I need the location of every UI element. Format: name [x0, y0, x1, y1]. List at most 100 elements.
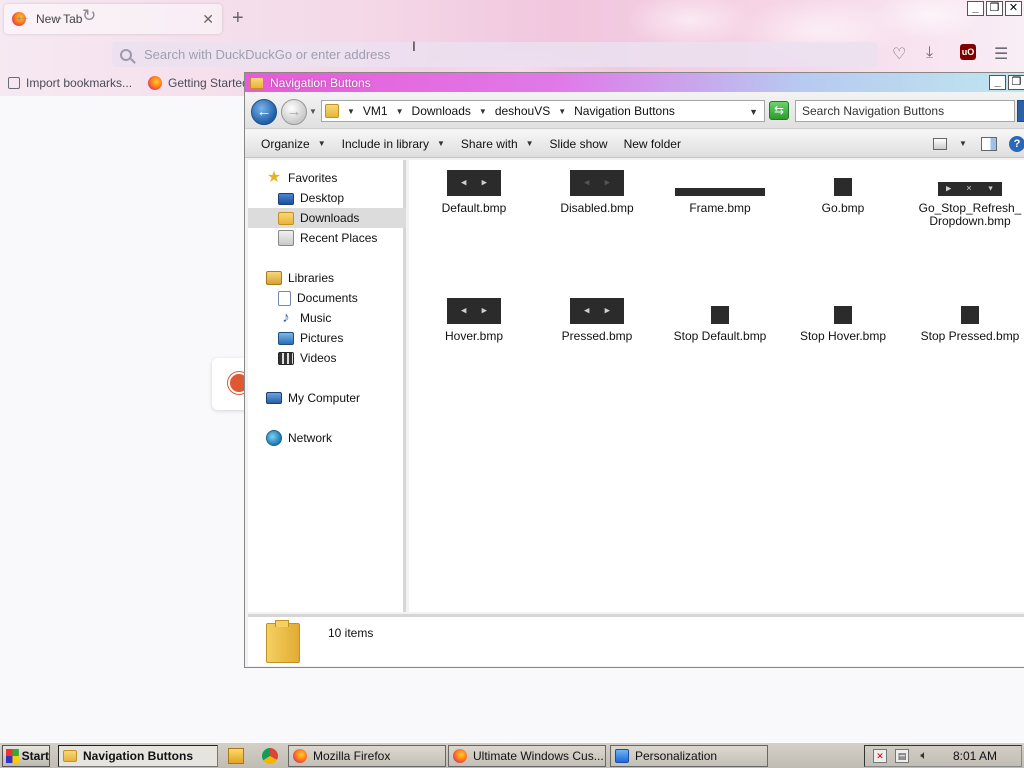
- new-tab-plus-icon[interactable]: +: [232, 7, 244, 30]
- bookmark-label: Import bookmarks...: [26, 76, 133, 90]
- chevron-down-icon[interactable]: ▼: [959, 139, 967, 148]
- back-arrow-icon[interactable]: ←: [14, 6, 31, 26]
- file-item[interactable]: Stop Hover.bmp: [788, 298, 898, 343]
- bmp-thumbnail: ◀ ▶: [447, 170, 501, 196]
- chevron-down-icon[interactable]: ▼: [479, 107, 487, 116]
- bookmark-getting-started[interactable]: Getting Started: [148, 76, 249, 90]
- security-alert-icon[interactable]: ✕: [873, 749, 887, 763]
- search-button[interactable]: [1017, 100, 1024, 122]
- nav-pictures[interactable]: Pictures: [278, 328, 343, 348]
- reload-icon[interactable]: ↻: [82, 6, 96, 26]
- back-button[interactable]: ←: [251, 99, 277, 125]
- bookmark-import[interactable]: Import bookmarks...: [8, 76, 132, 90]
- nav-music[interactable]: ♪ Music: [278, 308, 331, 328]
- close-button[interactable]: ✕: [1005, 1, 1022, 16]
- media-player-icon[interactable]: [228, 748, 244, 764]
- forward-arrow-icon[interactable]: →: [48, 6, 65, 26]
- menu-icon[interactable]: ☰: [994, 44, 1008, 64]
- nav-documents[interactable]: Documents: [278, 288, 358, 308]
- clock[interactable]: 8:01 AM: [953, 749, 997, 763]
- nav-favorites[interactable]: ★ Favorites: [266, 168, 338, 188]
- start-label: Start: [21, 749, 49, 763]
- nav-videos[interactable]: Videos: [278, 348, 336, 368]
- chevron-down-icon[interactable]: ▼: [396, 107, 404, 116]
- chevron-down-icon: ▼: [317, 139, 326, 148]
- nav-network[interactable]: Network: [266, 428, 332, 448]
- maximize-button[interactable]: ❐: [1008, 75, 1024, 90]
- chrome-icon[interactable]: [262, 748, 278, 764]
- file-item[interactable]: Stop Default.bmp: [665, 298, 775, 343]
- task-label: Ultimate Windows Cus...: [473, 749, 604, 763]
- folder-icon: [266, 620, 300, 663]
- explorer-title-bar[interactable]: Navigation Buttons _ ❐: [245, 73, 1024, 92]
- task-ultimate-windows[interactable]: Ultimate Windows Cus...: [448, 745, 606, 767]
- history-dropdown-icon[interactable]: ▼: [309, 107, 317, 116]
- music-icon: ♪: [282, 309, 290, 326]
- file-item[interactable]: Frame.bmp: [665, 170, 775, 215]
- help-icon[interactable]: ?: [1009, 136, 1024, 152]
- task-label: Personalization: [635, 749, 718, 763]
- navigation-pane: ★ Favorites Desktop Downloads Recent Plac…: [248, 160, 406, 612]
- task-navigation-buttons[interactable]: Navigation Buttons: [58, 745, 218, 767]
- minimize-button[interactable]: _: [989, 75, 1006, 90]
- file-item[interactable]: ◀ ▶ Pressed.bmp: [542, 298, 652, 343]
- volume-icon[interactable]: 🔈︎: [917, 749, 931, 763]
- start-button[interactable]: Start: [2, 745, 50, 767]
- folder-icon: [325, 104, 339, 118]
- chevron-down-icon[interactable]: ▼: [558, 107, 566, 116]
- breadcrumb-item[interactable]: deshouVS: [495, 104, 550, 118]
- star-icon: ★: [266, 169, 282, 186]
- details-pane: 10 items: [248, 614, 1024, 666]
- address-dropdown-icon[interactable]: ▼: [749, 107, 758, 117]
- nav-desktop[interactable]: Desktop: [278, 188, 344, 208]
- network-tray-icon[interactable]: ▤: [895, 749, 909, 763]
- nav-my-computer[interactable]: My Computer: [266, 388, 360, 408]
- minimize-button[interactable]: _: [967, 1, 984, 16]
- task-personalization[interactable]: Personalization: [610, 745, 768, 767]
- pocket-icon[interactable]: ♡: [892, 44, 906, 64]
- task-label: Navigation Buttons: [83, 749, 193, 763]
- firefox-tab-new-tab[interactable]: New Tab ✕: [4, 4, 222, 34]
- include-in-library-menu[interactable]: Include in library ▼: [342, 137, 445, 151]
- refresh-button[interactable]: ⇆: [769, 101, 789, 120]
- maximize-button[interactable]: ❐: [986, 1, 1003, 16]
- bmp-thumbnail: [834, 306, 852, 324]
- view-options-icon[interactable]: [933, 138, 947, 150]
- file-item[interactable]: Go.bmp: [788, 170, 898, 215]
- url-bar[interactable]: Search with DuckDuckGo or enter address: [112, 42, 878, 67]
- chevron-down-icon[interactable]: ▼: [347, 107, 355, 116]
- firefox-window-controls: _ ❐ ✕: [967, 1, 1022, 16]
- forward-button[interactable]: →: [281, 99, 307, 125]
- file-item[interactable]: ▶ ✕ ▼ Go_Stop_Refresh_ Dropdown.bmp: [911, 170, 1024, 228]
- task-mozilla-firefox[interactable]: Mozilla Firefox: [288, 745, 446, 767]
- breadcrumb-item[interactable]: Downloads: [412, 104, 471, 118]
- documents-icon: [278, 290, 291, 306]
- new-folder-button[interactable]: New folder: [624, 137, 681, 151]
- downloads-icon[interactable]: ⤓: [926, 44, 933, 62]
- nav-label: Videos: [300, 351, 337, 365]
- file-item[interactable]: ◀ ▶ Hover.bmp: [419, 298, 529, 343]
- file-name: Go.bmp: [821, 201, 865, 215]
- search-input[interactable]: Search Navigation Buttons: [795, 100, 1015, 122]
- nav-libraries[interactable]: Libraries: [266, 268, 334, 288]
- file-item[interactable]: Stop Pressed.bmp: [911, 298, 1024, 343]
- computer-icon: [266, 392, 282, 404]
- menu-label: Organize: [261, 136, 310, 151]
- nav-downloads[interactable]: Downloads: [248, 208, 406, 228]
- breadcrumb-item[interactable]: VM1: [363, 104, 388, 118]
- preview-pane-icon[interactable]: [981, 137, 997, 151]
- nav-recent-places[interactable]: Recent Places: [278, 228, 377, 248]
- breadcrumb-item[interactable]: Navigation Buttons: [574, 104, 675, 118]
- file-item[interactable]: ◀ ▶ Disabled.bmp: [542, 170, 652, 215]
- breadcrumb[interactable]: ▼ VM1 ▼ Downloads ▼ deshouVS ▼ Navigatio…: [321, 100, 765, 122]
- ublock-icon[interactable]: uO: [960, 44, 976, 60]
- item-count: 10 items: [328, 626, 374, 640]
- slide-show-button[interactable]: Slide show: [550, 137, 608, 151]
- file-name: Disabled.bmp: [560, 201, 634, 215]
- file-name: Default.bmp: [441, 201, 507, 215]
- organize-menu[interactable]: Organize ▼: [261, 137, 326, 151]
- close-tab-icon[interactable]: ✕: [202, 11, 214, 28]
- file-item[interactable]: ◀ ▶ Default.bmp: [419, 170, 529, 215]
- folder-icon: [250, 76, 264, 89]
- share-with-menu[interactable]: Share with ▼: [461, 137, 534, 151]
